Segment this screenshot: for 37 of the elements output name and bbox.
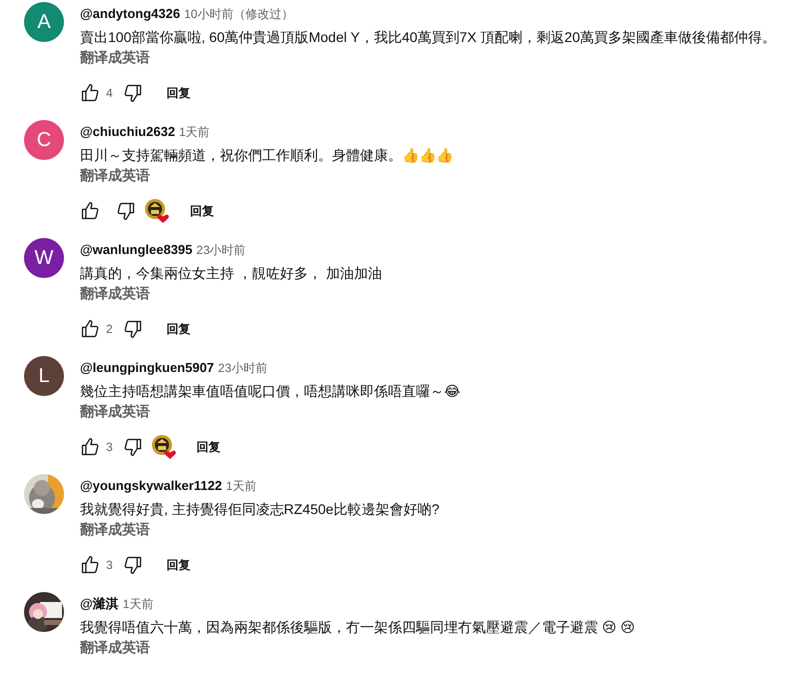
author-name[interactable]: @leungpingkuen5907 (80, 359, 214, 377)
timestamp[interactable]: 1天前 (179, 123, 210, 141)
author-name[interactable]: @youngskywalker1122 (80, 477, 222, 495)
like-count: 3 (106, 557, 113, 574)
timestamp[interactable]: 1天前 (122, 595, 154, 613)
translate-link[interactable]: 翻译成英语 (80, 519, 150, 539)
avatar[interactable]: A (24, 2, 64, 42)
reply-button[interactable]: 回复 (154, 549, 203, 581)
comment-text: 我覺得唔值六十萬，因為兩架都係後驅版，冇一架係四驅同埋冇氣壓避震／電子避震 😢 😢 (80, 618, 636, 637)
translate-link[interactable]: 翻译成英语 (80, 637, 150, 657)
reply-button[interactable]: 回复 (178, 195, 226, 227)
comment-text: 田川～支持駕輛頻道，祝你們工作順利。身體健康。👍👍👍 (80, 146, 454, 165)
translate-link[interactable]: 翻译成英语 (80, 165, 150, 185)
timestamp[interactable]: 23小时前 (196, 241, 246, 259)
avatar[interactable]: W (24, 238, 64, 278)
author-name[interactable]: @濰淇 (80, 595, 119, 613)
timestamp[interactable]: 1天前 (226, 477, 257, 495)
timestamp[interactable]: 10小时前（修改过） (184, 5, 294, 23)
timestamp[interactable]: 23小时前 (218, 359, 268, 377)
author-name[interactable]: @wanlunglee8395 (80, 241, 192, 259)
translate-link[interactable]: 翻译成英语 (80, 47, 150, 67)
translate-link[interactable]: 翻译成英语 (80, 401, 150, 421)
comment-text: 賣出100部當你贏啦, 60萬仲貴過頂版Model Y，我比40萬買到7X 頂配喇，剩返20萬買多架國產車做後備都仲得。 (80, 28, 777, 47)
author-name[interactable]: @andytong4326 (80, 5, 180, 23)
reply-button[interactable]: 回复 (154, 77, 203, 109)
comment-text: 幾位主持唔想講架車值唔值呢口價，唔想講咪即係唔直囉～😂 (80, 382, 462, 401)
reply-button[interactable]: 回复 (154, 313, 203, 345)
author-name[interactable]: @chiuchiu2632 (80, 123, 176, 141)
like-count: 3 (106, 439, 113, 456)
translate-link[interactable]: 翻译成英语 (80, 283, 150, 303)
comment-text: 講真的，今集兩位女主持 ，靚咗好多， 加油加油 (80, 264, 383, 283)
reply-button[interactable]: 回复 (184, 431, 233, 463)
like-count: 2 (106, 321, 113, 338)
avatar[interactable]: C (24, 120, 64, 160)
like-count: 4 (106, 85, 113, 102)
avatar[interactable]: L (24, 356, 64, 396)
comment-text: 我就覺得好貴, 主持覺得佢同凌志RZ450e比較邊架會好啲? (80, 500, 440, 519)
